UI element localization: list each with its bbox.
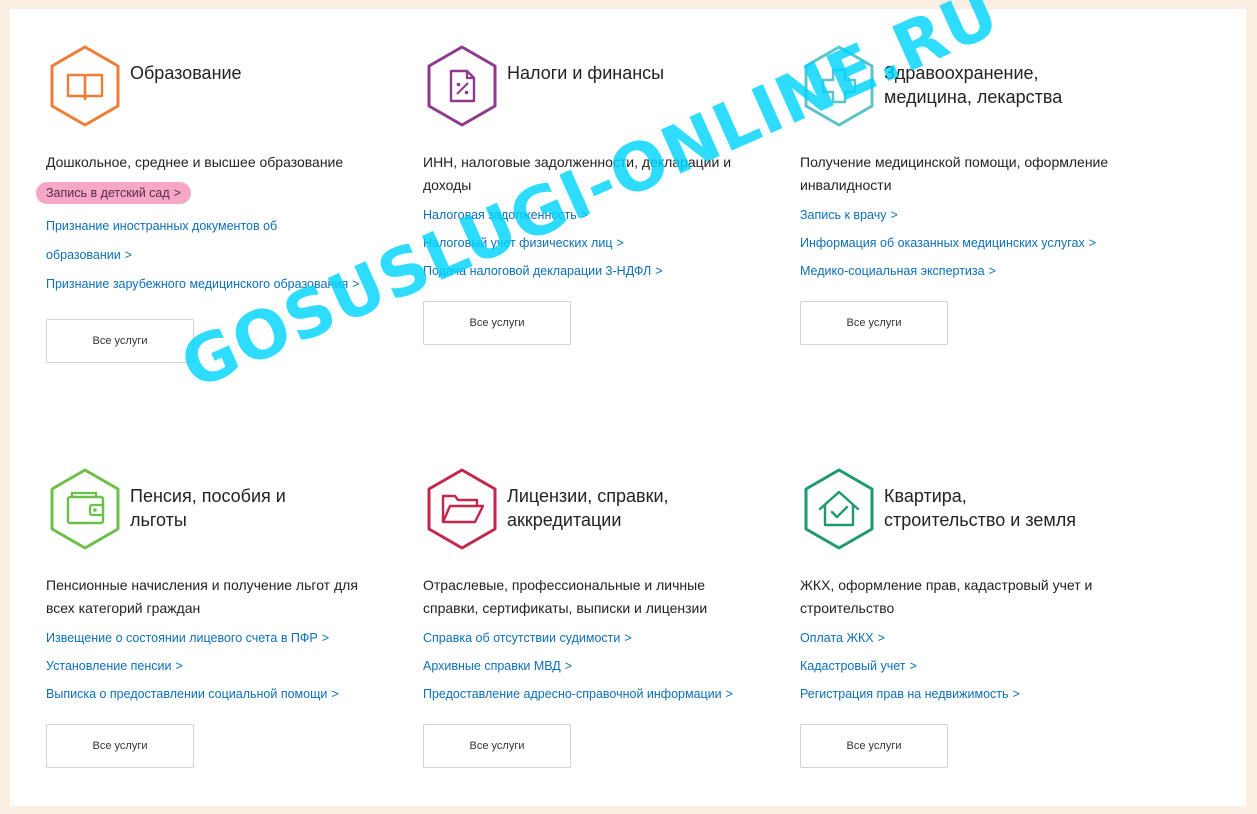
chevron-right-icon: > (173, 186, 181, 200)
service-link-property-registration[interactable]: Регистрация прав на недвижимость > (800, 684, 1120, 704)
category-header[interactable]: Здравоохранение, медицина, лекарства (800, 43, 1150, 129)
tax-document-icon[interactable] (423, 43, 501, 129)
category-description: Отраслевые, профессиональные и личные сп… (423, 577, 708, 616)
chevron-right-icon: > (175, 659, 183, 673)
chevron-right-icon: > (331, 687, 339, 701)
category-description: Получение медицинской помощи, оформление… (800, 154, 1109, 193)
chevron-right-icon: > (352, 277, 360, 291)
service-link-foreign-medical[interactable]: Признание зарубежного медицинского образ… (46, 270, 366, 299)
service-links: Оплата ЖКХ > Кадастровый учет > Регистраци… (800, 628, 1150, 704)
chevron-right-icon: > (321, 631, 330, 645)
service-link-pfr-account[interactable]: Извещение о состоянии лицевого счета в П… (46, 628, 366, 648)
service-link-foreign-documents[interactable]: Признание иностранных документов об обра… (46, 212, 366, 270)
chevron-right-icon: > (580, 208, 589, 222)
chevron-right-icon: > (988, 264, 996, 278)
category-housing: Квартира, строительство и земля ЖКХ, офо… (800, 466, 1150, 768)
service-link-tax-debt[interactable]: Налоговая задолженность > (423, 205, 743, 225)
category-header[interactable]: Квартира, строительство и земля (800, 466, 1150, 552)
all-services-button[interactable]: Все услуги (423, 724, 571, 768)
chevron-right-icon: > (655, 264, 663, 278)
service-link-medical-info[interactable]: Информация об оказанных медицинских услу… (800, 233, 1120, 253)
category-health: Здравоохранение, медицина, лекарства Пол… (800, 43, 1150, 345)
medical-cross-icon[interactable] (800, 43, 878, 129)
category-title[interactable]: Здравоохранение, медицина, лекарства (884, 61, 1062, 109)
category-title[interactable]: Образование (130, 61, 242, 85)
category-header[interactable]: Налоги и финансы (423, 43, 773, 129)
category-header[interactable]: Образование (46, 43, 396, 129)
all-services-button[interactable]: Все услуги (423, 301, 571, 345)
service-link-utilities-payment[interactable]: Оплата ЖКХ > (800, 628, 1120, 648)
category-pension: Пенсия, пособия и льготы Пенсионные начи… (46, 466, 396, 768)
services-panel: Образование Дошкольное, среднее и высшее… (10, 0, 1246, 806)
service-links: Запись в детский сад > Признание иностран… (36, 182, 396, 299)
chevron-right-icon: > (725, 687, 733, 701)
chevron-right-icon: > (124, 248, 133, 262)
category-header[interactable]: Лицензии, справки, аккредитации (423, 466, 773, 552)
service-link-pension[interactable]: Установление пенсии > (46, 656, 366, 676)
chevron-right-icon: > (877, 631, 885, 645)
category-title[interactable]: Налоги и финансы (507, 61, 664, 85)
category-title[interactable]: Квартира, строительство и земля (884, 484, 1076, 532)
service-link-cadastral[interactable]: Кадастровый учет > (800, 656, 1120, 676)
service-links: Извещение о состоянии лицевого счета в П… (46, 628, 396, 704)
category-description: Пенсионные начисления и получение льгот … (46, 577, 358, 616)
category-header[interactable]: Пенсия, пособия и льготы (46, 466, 396, 552)
service-links: Налоговая задолженность > Налоговый учет … (423, 205, 773, 281)
category-description: ЖКХ, оформление прав, кадастровый учет и… (800, 577, 1093, 616)
chevron-right-icon: > (890, 208, 898, 222)
category-title[interactable]: Лицензии, справки, аккредитации (507, 484, 669, 532)
chevron-right-icon: > (564, 659, 573, 673)
category-licenses: Лицензии, справки, аккредитации Отраслев… (423, 466, 773, 768)
service-link-mvd-archive[interactable]: Архивные справки МВД > (423, 656, 743, 676)
category-taxes: Налоги и финансы ИНН, налоговые задолжен… (423, 43, 773, 345)
all-services-button[interactable]: Все услуги (46, 724, 194, 768)
service-link-criminal-record[interactable]: Справка об отсутствии судимости > (423, 628, 743, 648)
service-link-social-aid[interactable]: Выписка о предоставлении социальной помо… (46, 684, 366, 704)
all-services-button[interactable]: Все услуги (800, 724, 948, 768)
chevron-right-icon: > (616, 236, 624, 250)
all-services-button[interactable]: Все услуги (800, 301, 948, 345)
category-description: ИНН, налоговые задолженности, декларации… (423, 154, 732, 193)
service-link-tax-registration[interactable]: Налоговый учет физических лиц > (423, 233, 743, 253)
service-links: Справка об отсутствии судимости > Архивны… (423, 628, 773, 704)
category-education: Образование Дошкольное, среднее и высшее… (36, 43, 396, 363)
house-check-icon[interactable] (800, 466, 878, 552)
service-link-address-info[interactable]: Предоставление адресно-справочной информ… (423, 684, 743, 704)
folder-icon[interactable] (423, 466, 501, 552)
chevron-right-icon: > (1012, 687, 1020, 701)
category-title[interactable]: Пенсия, пособия и льготы (130, 484, 286, 532)
wallet-icon[interactable] (46, 466, 124, 552)
chevron-right-icon: > (624, 631, 632, 645)
service-link-medical-expertise[interactable]: Медико-социальная экспертиза > (800, 261, 1120, 281)
service-links: Запись к врачу > Информация об оказанных … (800, 205, 1150, 281)
chevron-right-icon: > (1088, 236, 1097, 250)
all-services-button[interactable]: Все услуги (46, 319, 194, 363)
book-icon[interactable] (46, 43, 124, 129)
service-link-doctor-appointment[interactable]: Запись к врачу > (800, 205, 1120, 225)
service-link-tax-declaration[interactable]: Подача налоговой декларации 3-НДФЛ > (423, 261, 743, 281)
chevron-right-icon: > (909, 659, 917, 673)
category-description: Дошкольное, среднее и высшее образование (46, 154, 344, 170)
service-link-kindergarten[interactable]: Запись в детский сад > (36, 182, 191, 204)
